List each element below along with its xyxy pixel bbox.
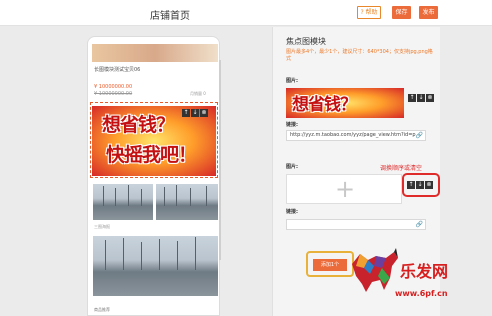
watermark-text: 乐发网 — [400, 262, 449, 281]
banner-toolbar: ↑ ↓ ⊗ — [182, 109, 208, 117]
image2-label: 图片: — [286, 164, 298, 170]
image2-clear-icon[interactable]: ⊗ — [425, 181, 433, 189]
bull-logo-icon — [352, 248, 398, 292]
publish-button[interactable]: 发布 — [419, 6, 438, 19]
banner-text-line2: 快摇我吧！ — [106, 144, 197, 166]
plus-icon: + — [335, 175, 356, 203]
section-label: 三图海报 — [94, 224, 110, 229]
image-toolbar: ↑ ↓ ⊗ — [408, 94, 434, 102]
reorder-hint: 调换顺序或清空 — [380, 165, 423, 172]
link-input[interactable]: http://yyz.m.taobao.com/yyz/page_view.ht… — [286, 130, 426, 141]
photo-thumb-2[interactable] — [156, 184, 218, 220]
image2-move-up-icon[interactable]: ↑ — [407, 181, 415, 189]
link-input-value: http://yyz.m.taobao.com/yyz/page_view.ht… — [290, 132, 416, 138]
preview-scrollbar[interactable] — [219, 60, 221, 260]
image-label: 图片: — [286, 78, 298, 84]
product-name[interactable]: 长图模块测试宝贝06 — [94, 66, 140, 73]
add-image-button[interactable]: 添加1个 — [313, 259, 347, 271]
move-up-icon[interactable]: ↑ — [182, 109, 190, 117]
link2-label: 链接: — [286, 209, 298, 215]
sold-count: 月销量 0 — [190, 91, 206, 96]
image2-toolbar: ↑ ↓ ⊗ — [407, 181, 433, 189]
watermark-url: www.6pf.cn — [395, 289, 448, 298]
photo-thumb-1[interactable] — [93, 184, 153, 220]
image-move-down-icon[interactable]: ↓ — [417, 94, 425, 102]
image-preview[interactable]: 想省钱？ — [286, 88, 404, 118]
product-image[interactable] — [92, 44, 218, 62]
link-icon[interactable]: 🔗 — [416, 131, 423, 140]
image-preview-text: 想省钱？ — [292, 95, 357, 115]
image-clear-icon[interactable]: ⊗ — [426, 94, 434, 102]
delete-icon[interactable]: ⊗ — [200, 109, 208, 117]
help-button[interactable]: ? 帮助 — [357, 6, 381, 19]
footer-label: 商品推荐 — [94, 307, 110, 312]
move-down-icon[interactable]: ↓ — [191, 109, 199, 117]
panel-note: 图片最多4个，最少1个，建议尺寸：640*304；仅支持jpg,png格式 — [286, 49, 433, 62]
image-move-up-icon[interactable]: ↑ — [408, 94, 416, 102]
banner-text-line1: 想省钱？ — [102, 114, 175, 136]
link2-icon[interactable]: 🔗 — [416, 220, 423, 229]
original-price: ¥ 10000000.00 — [94, 91, 133, 97]
photo-large[interactable] — [93, 236, 218, 296]
panel-title: 焦点图模块 — [286, 37, 326, 46]
image2-move-down-icon[interactable]: ↓ — [416, 181, 424, 189]
link-label: 链接: — [286, 122, 298, 128]
link2-input[interactable]: 🔗 — [286, 219, 426, 230]
page-title: 店铺首页 — [150, 11, 190, 22]
product-price: ¥ 10000000.00 — [94, 84, 133, 90]
image-upload-box[interactable]: + — [286, 174, 402, 204]
save-button[interactable]: 保存 — [392, 6, 411, 19]
